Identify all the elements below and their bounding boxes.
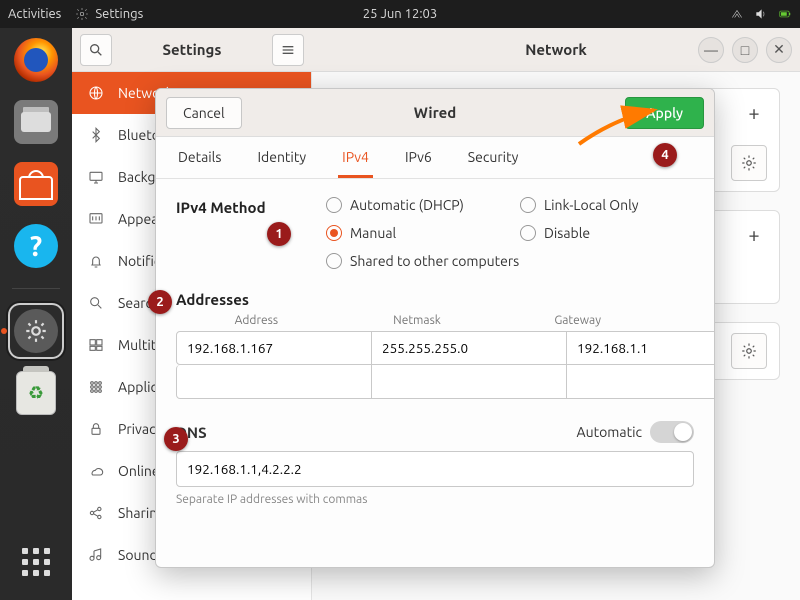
col-netmask: Netmask — [337, 314, 498, 327]
tab-identity[interactable]: Identity — [253, 139, 310, 178]
apps-grid-icon — [22, 548, 50, 576]
address-input[interactable] — [176, 365, 372, 399]
tab-ipv6[interactable]: IPv6 — [401, 139, 436, 178]
address-row — [176, 331, 694, 365]
annotation-marker-2: 2 — [148, 290, 172, 314]
radio-disable[interactable]: Disable — [520, 225, 694, 241]
help-icon: ? — [14, 224, 58, 268]
dock-software[interactable] — [10, 158, 62, 210]
volume-icon[interactable] — [754, 7, 768, 21]
page-title: Network — [525, 41, 587, 58]
add-wired-button[interactable]: + — [741, 99, 767, 125]
window-minimize-button[interactable]: — — [698, 37, 724, 63]
gateway-input[interactable] — [567, 331, 714, 365]
top-bar: Activities Settings 25 Jun 12:03 — [0, 0, 800, 28]
add-vpn-button[interactable]: + — [741, 221, 767, 247]
radio-link-local[interactable]: Link-Local Only — [520, 197, 694, 213]
topbar-datetime[interactable]: 25 Jun 12:03 — [363, 7, 437, 21]
annotation-marker-4: 4 — [653, 143, 677, 167]
dns-servers-input[interactable] — [176, 451, 694, 487]
sidebar-search-button[interactable] — [80, 34, 112, 66]
wired-settings-button[interactable] — [731, 145, 767, 181]
dns-automatic-label: Automatic — [577, 424, 642, 440]
netmask-input[interactable] — [372, 331, 567, 365]
hamburger-menu-button[interactable] — [272, 34, 304, 66]
address-row — [176, 365, 694, 399]
addresses-label: Addresses — [176, 291, 694, 308]
dock-trash[interactable] — [10, 367, 62, 419]
files-icon — [14, 100, 58, 144]
dns-automatic-switch[interactable] — [650, 421, 694, 443]
settings-icon — [14, 309, 58, 353]
network-status-icon[interactable] — [730, 7, 744, 21]
radio-shared[interactable]: Shared to other computers — [326, 253, 694, 269]
dns-hint: Separate IP addresses with commas — [176, 493, 694, 506]
annotation-arrow — [574, 104, 664, 154]
battery-icon[interactable] — [778, 7, 792, 21]
dock-settings[interactable] — [10, 305, 62, 357]
window-titlebar: Settings Network — □ ✕ — [72, 28, 800, 72]
tab-details[interactable]: Details — [174, 139, 225, 178]
annotation-marker-3: 3 — [164, 427, 188, 451]
tab-security[interactable]: Security — [464, 139, 523, 178]
cancel-button[interactable]: Cancel — [166, 97, 242, 129]
firefox-icon — [14, 38, 58, 82]
ipv4-method-label: IPv4 Method — [176, 197, 326, 269]
dock-files[interactable] — [10, 96, 62, 148]
annotation-marker-1: 1 — [267, 222, 291, 246]
activities-button[interactable]: Activities — [8, 7, 61, 21]
topbar-app[interactable]: Settings — [75, 7, 143, 21]
wired-connection-dialog: Cancel Wired Apply Details Identity IPv4… — [155, 88, 715, 568]
col-address: Address — [176, 314, 337, 327]
address-input[interactable] — [176, 331, 372, 365]
gear-icon — [75, 7, 89, 21]
netmask-input[interactable] — [372, 365, 567, 399]
radio-automatic-dhcp[interactable]: Automatic (DHCP) — [326, 197, 500, 213]
gateway-input[interactable] — [567, 365, 714, 399]
window-close-button[interactable]: ✕ — [766, 37, 792, 63]
window-maximize-button[interactable]: □ — [732, 37, 758, 63]
show-applications-button[interactable] — [10, 536, 62, 588]
dock-help[interactable]: ? — [10, 220, 62, 272]
radio-manual[interactable]: Manual — [326, 225, 500, 241]
col-gateway: Gateway — [497, 314, 658, 327]
dialog-title: Wired — [414, 104, 457, 121]
dialog-body: IPv4 Method Automatic (DHCP) Link-Local … — [156, 179, 714, 567]
trash-icon — [16, 371, 56, 415]
dock: ? — [0, 28, 72, 600]
dock-firefox[interactable] — [10, 34, 62, 86]
software-icon — [14, 162, 58, 206]
tab-ipv4[interactable]: IPv4 — [338, 139, 373, 178]
proxy-settings-button[interactable] — [731, 333, 767, 369]
sidebar-title: Settings — [163, 41, 222, 58]
